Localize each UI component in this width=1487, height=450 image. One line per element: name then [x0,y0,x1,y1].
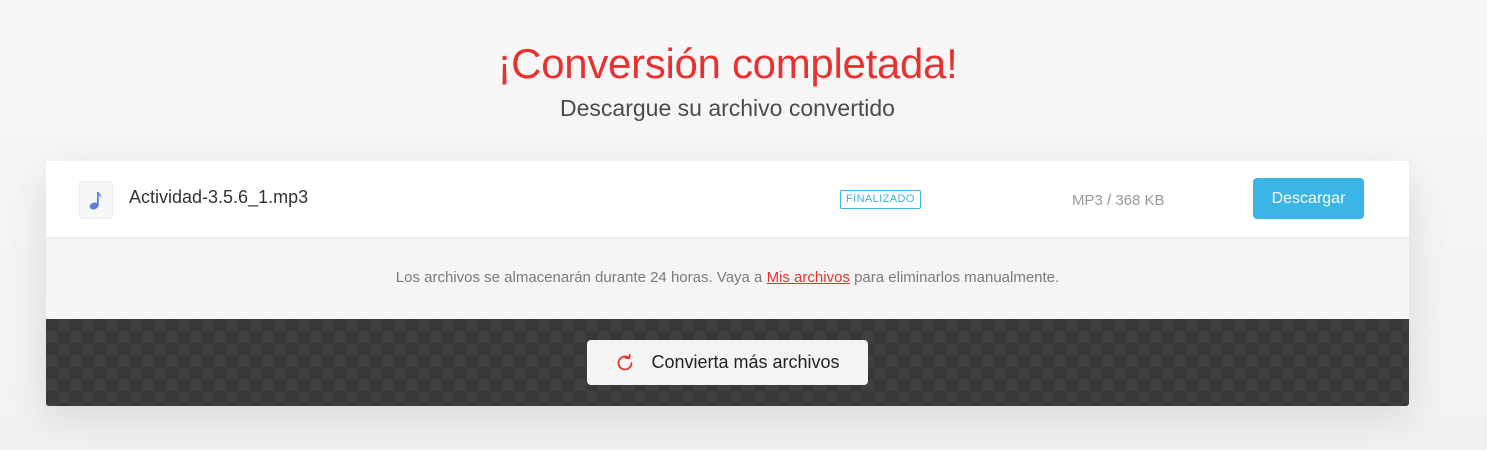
download-button[interactable]: Descargar [1253,178,1364,219]
result-card: Actividad-3.5.6_1.mp3 FINALIZADO MP3 / 3… [46,161,1409,406]
refresh-icon [615,353,635,373]
page-subtitle: Descargue su archivo convertido [560,95,895,121]
storage-note-text-before: Los archivos se almacenarán durante 24 h… [395,269,767,286]
action-panel: Convierta más archivos [46,319,1409,406]
page-title: ¡Conversión completada! [497,40,958,87]
file-row: Actividad-3.5.6_1.mp3 FINALIZADO MP3 / 3… [46,161,1409,238]
my-files-link[interactable]: Mis archivos [767,269,850,286]
convert-more-label: Convierta más archivos [651,352,840,372]
storage-note: Los archivos se almacenarán durante 24 h… [46,239,1409,319]
file-format-size: MP3 / 368 KB [1072,192,1165,209]
status-badge: FINALIZADO [840,190,921,209]
convert-more-button[interactable]: Convierta más archivos [587,340,868,385]
storage-note-text-after: para eliminarlos manualmente. [849,269,1060,286]
conversion-complete-page: ¡Conversión completada! Descargue su arc… [0,0,1487,450]
music-note-icon [79,181,113,219]
file-name: Actividad-3.5.6_1.mp3 [129,187,309,207]
